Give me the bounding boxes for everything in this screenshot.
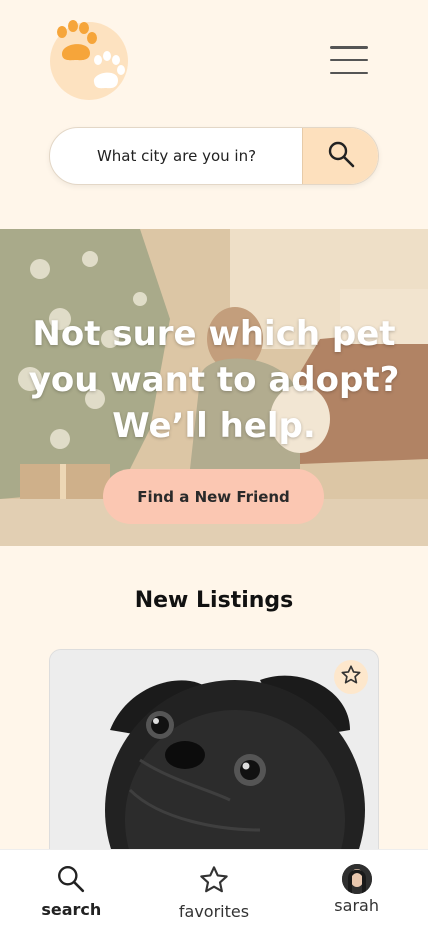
nav-label: favorites [178, 902, 250, 921]
search-icon [56, 864, 86, 898]
section-title: New Listings [134, 588, 294, 613]
menu-bar [330, 46, 368, 49]
menu-button[interactable] [330, 46, 368, 74]
nav-label: search [41, 900, 102, 919]
star-icon [198, 864, 230, 900]
city-search-input[interactable] [50, 128, 303, 184]
nav-item-search[interactable]: search [16, 850, 126, 926]
paw-logo[interactable] [48, 20, 130, 100]
bottom-nav: search favorites sarah [0, 849, 428, 926]
search-button[interactable] [302, 128, 378, 184]
find-new-friend-button[interactable]: Find a New Friend [103, 469, 324, 524]
search-bar [49, 127, 379, 185]
nav-item-profile[interactable]: sarah [302, 850, 412, 926]
hero-banner: Not sure which pet you want to adopt? We… [0, 229, 428, 546]
menu-bar [330, 58, 368, 62]
search-icon [327, 140, 355, 172]
avatar [341, 864, 372, 894]
menu-bar [330, 71, 368, 74]
star-icon [340, 664, 362, 690]
favorite-button[interactable] [334, 660, 368, 694]
nav-label: sarah [334, 896, 379, 915]
app-page: Not sure which pet you want to adopt? We… [0, 0, 428, 926]
hero-title: Not sure which pet you want to adopt? We… [28, 314, 400, 446]
nav-item-favorites[interactable]: favorites [159, 850, 269, 926]
